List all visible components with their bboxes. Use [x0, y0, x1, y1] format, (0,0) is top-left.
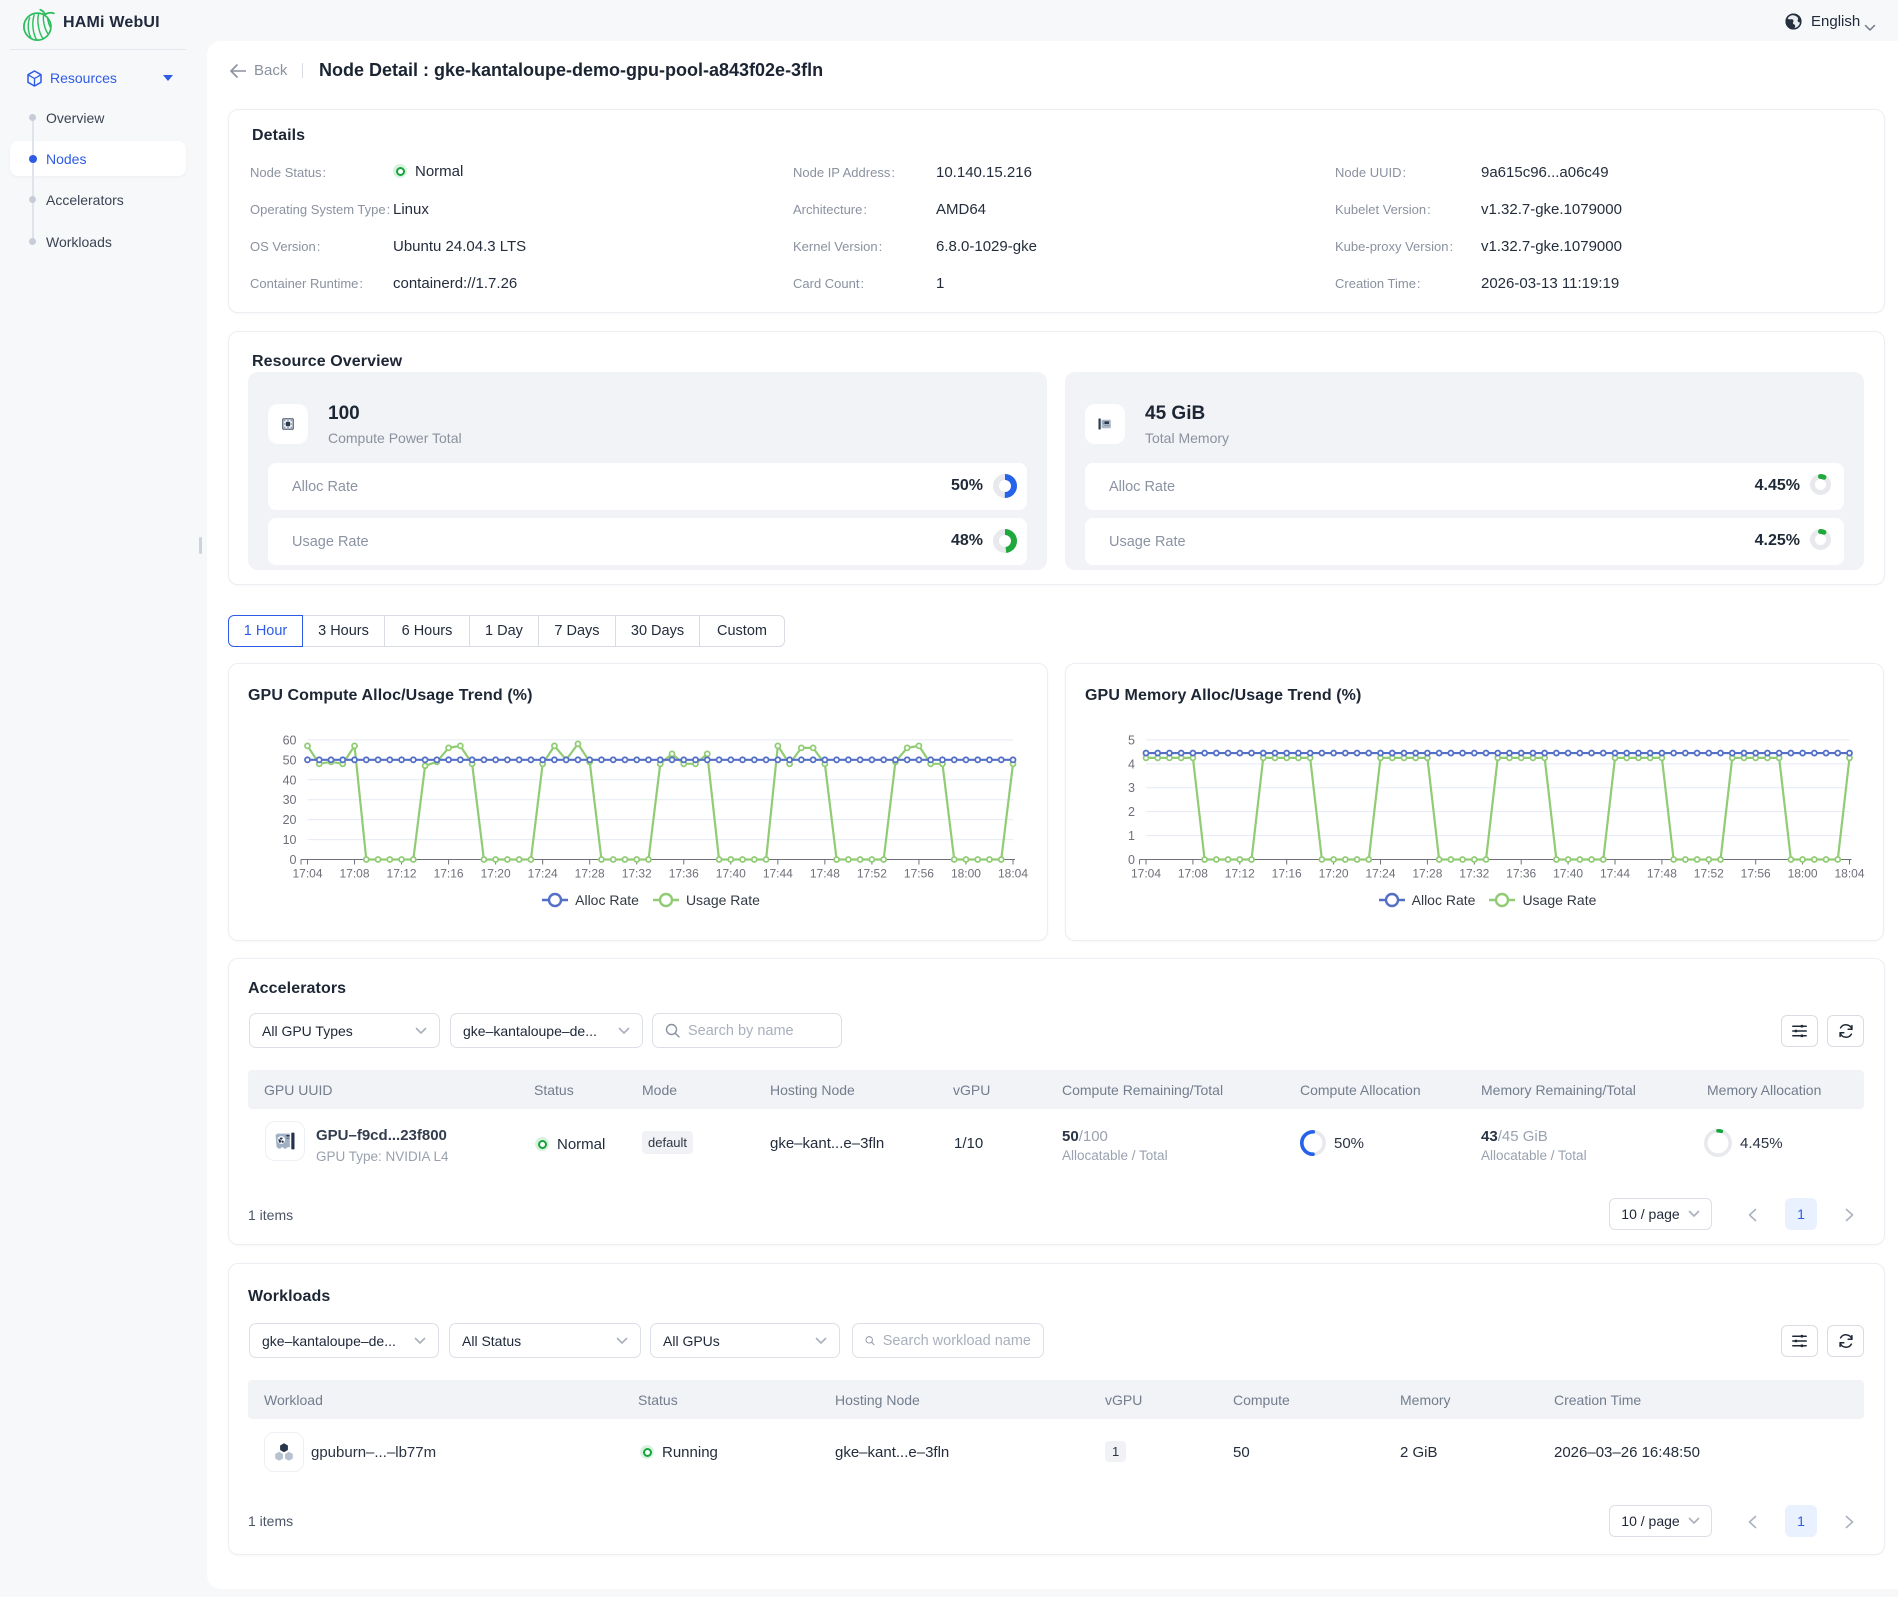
svg-text:17:04: 17:04	[1131, 867, 1161, 881]
svg-text:17:16: 17:16	[1272, 867, 1302, 881]
svg-text:17:08: 17:08	[340, 867, 370, 881]
svg-text:17:12: 17:12	[1225, 867, 1255, 881]
svg-text:1: 1	[1128, 829, 1135, 843]
svg-text:17:36: 17:36	[669, 867, 699, 881]
svg-text:17:36: 17:36	[1506, 867, 1536, 881]
svg-text:17:28: 17:28	[1412, 867, 1442, 881]
svg-text:17:44: 17:44	[763, 867, 793, 881]
svg-text:18:04: 18:04	[998, 867, 1028, 881]
svg-text:17:24: 17:24	[1365, 867, 1395, 881]
svg-text:17:48: 17:48	[810, 867, 840, 881]
svg-text:18:04: 18:04	[1834, 867, 1864, 881]
svg-text:30: 30	[283, 793, 297, 807]
svg-text:17:24: 17:24	[528, 867, 558, 881]
svg-text:17:32: 17:32	[622, 867, 652, 881]
svg-text:40: 40	[283, 773, 297, 787]
svg-text:17:16: 17:16	[434, 867, 464, 881]
svg-text:17:12: 17:12	[387, 867, 417, 881]
svg-text:17:56: 17:56	[904, 867, 934, 881]
svg-text:17:40: 17:40	[1553, 867, 1583, 881]
svg-text:17:48: 17:48	[1647, 867, 1677, 881]
svg-text:17:28: 17:28	[575, 867, 605, 881]
svg-text:18:00: 18:00	[1788, 867, 1818, 881]
svg-text:17:32: 17:32	[1459, 867, 1489, 881]
svg-text:3: 3	[1128, 781, 1135, 795]
svg-text:2: 2	[1128, 805, 1135, 819]
svg-text:5: 5	[1128, 733, 1135, 747]
svg-text:20: 20	[283, 813, 297, 827]
svg-text:17:40: 17:40	[716, 867, 746, 881]
svg-text:17:20: 17:20	[481, 867, 511, 881]
svg-text:17:08: 17:08	[1178, 867, 1208, 881]
svg-text:17:04: 17:04	[292, 867, 322, 881]
svg-text:60: 60	[283, 733, 297, 747]
svg-text:50: 50	[283, 753, 297, 767]
svg-text:0: 0	[290, 853, 297, 867]
svg-text:17:20: 17:20	[1319, 867, 1349, 881]
svg-text:17:44: 17:44	[1600, 867, 1630, 881]
svg-text:17:56: 17:56	[1741, 867, 1771, 881]
svg-text:4: 4	[1128, 757, 1135, 771]
svg-text:17:52: 17:52	[1694, 867, 1724, 881]
svg-text:18:00: 18:00	[951, 867, 981, 881]
svg-text:17:52: 17:52	[857, 867, 887, 881]
svg-text:10: 10	[283, 833, 297, 847]
svg-text:0: 0	[1128, 853, 1135, 867]
